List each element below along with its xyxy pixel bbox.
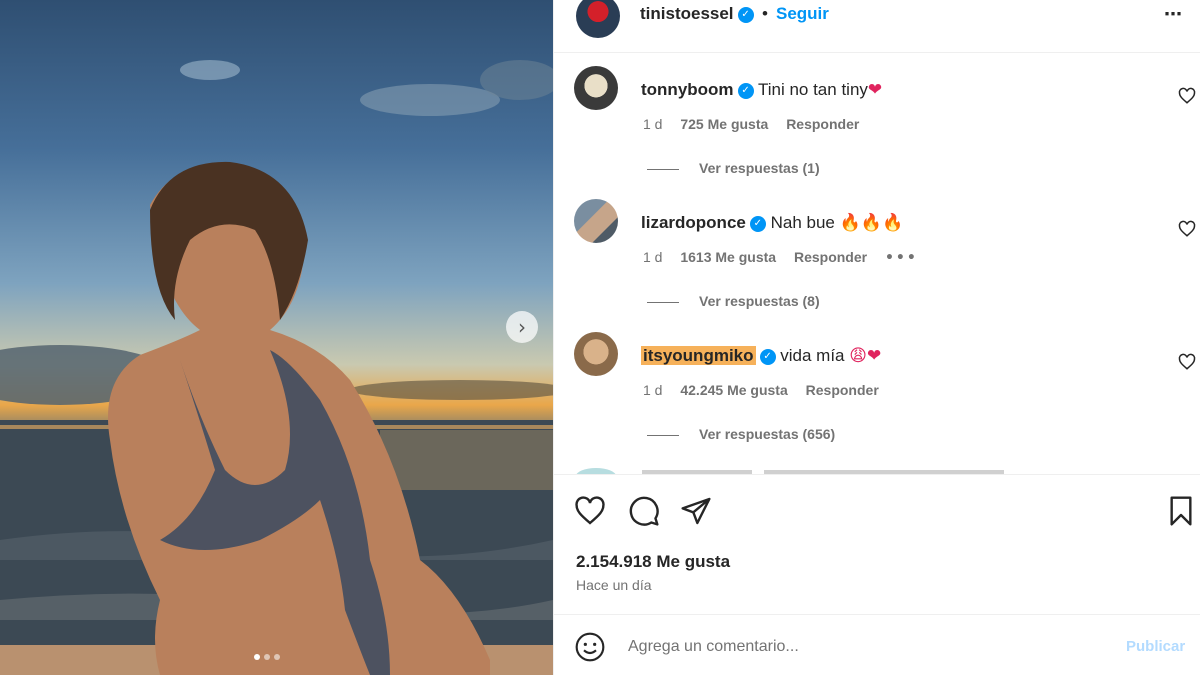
carousel-dot [254,654,260,660]
comment-body: Nah bue [770,213,835,232]
comment-emojis: 😩❤ [849,346,882,366]
reply-button[interactable]: Responder [786,116,859,132]
verified-badge-icon: ✓ [737,6,754,23]
commenter-username[interactable]: lizardoponce [641,213,746,232]
comment-like-icon[interactable] [1178,87,1196,105]
replies-line [647,168,679,170]
comment-likes[interactable]: 42.245 Me gusta [680,382,787,398]
post-header: tinistoessel ✓ • Seguir ⋯ [554,0,1200,53]
comment-item-cropped [576,468,1004,474]
comment-icon[interactable] [628,495,660,527]
commenter-avatar[interactable] [574,199,618,243]
comment-composer: Publicar [554,614,1200,675]
reply-button[interactable]: Responder [794,249,867,265]
follow-button[interactable]: Seguir [776,4,829,24]
comments-list[interactable]: tonnyboom ✓ Tini no tan tiny❤ 1 d 725 Me … [554,54,1200,474]
comment-time: 1 d [643,382,663,398]
comment-like-icon[interactable] [1178,353,1196,371]
comment-meta: 1 d 1613 Me gusta Responder ••• [643,249,932,266]
photo-scene [0,60,553,675]
commenter-avatar[interactable] [574,332,618,376]
comment-meta: 1 d 42.245 Me gusta Responder [643,382,893,398]
post-side-panel: tinistoessel ✓ • Seguir ⋯ tonnyboom ✓ Tini… [553,0,1200,675]
more-options-icon[interactable]: ⋯ [1164,4,1183,25]
post-likes-count[interactable]: 2.154.918 Me gusta [576,552,730,572]
replies-line [647,301,679,303]
view-replies-button[interactable]: Ver respuestas (656) [647,426,835,442]
author-username[interactable]: tinistoessel ✓ [640,4,754,24]
carousel-dot [264,654,270,660]
comment-likes[interactable]: 725 Me gusta [680,116,768,132]
comment-text: itsyoungmiko ✓ vida mía 😩❤ [641,346,881,366]
comment-emojis: ❤ [867,80,883,100]
emoji-picker-icon[interactable] [574,631,606,663]
carousel-dot [274,654,280,660]
comment-text: tonnyboom ✓ Tini no tan tiny❤ [641,80,882,100]
comment-options-icon[interactable]: ••• [885,250,918,266]
view-replies-button[interactable]: Ver respuestas (1) [647,160,820,176]
header-separator: • [762,4,768,23]
comment-input[interactable] [628,631,1108,663]
reply-button[interactable]: Responder [806,382,879,398]
replies-line [647,434,679,436]
post-actions: 2.154.918 Me gusta Hace un día [554,474,1200,614]
post-timestamp: Hace un día [576,577,652,593]
comment-body: Tini no tan tiny [757,80,868,99]
carousel-next-button[interactable]: › [506,311,538,343]
carousel-indicator [254,654,280,660]
post-photo[interactable]: › [0,0,553,675]
verified-badge-icon: ✓ [759,348,776,365]
send-icon[interactable] [680,495,712,527]
comment-like-icon[interactable] [1178,220,1196,238]
comment-body: vida mía [780,346,845,365]
bookmark-icon[interactable] [1165,495,1197,527]
comment-meta: 1 d 725 Me gusta Responder [643,116,873,132]
publish-button[interactable]: Publicar [1126,638,1185,655]
comment-time: 1 d [643,249,663,265]
verified-badge-icon: ✓ [737,82,754,99]
commenter-avatar[interactable] [574,66,618,110]
commenter-username[interactable]: itsyoungmiko [641,346,756,365]
heart-icon[interactable] [574,495,606,527]
comment-likes[interactable]: 1613 Me gusta [680,249,776,265]
comment-emojis: 🔥🔥🔥 [839,213,904,233]
verified-badge-icon: ✓ [749,215,766,232]
commenter-username[interactable]: tonnyboom [641,80,734,99]
comment-text: lizardoponce ✓ Nah bue 🔥🔥🔥 [641,213,903,233]
view-replies-button[interactable]: Ver respuestas (8) [647,293,820,309]
author-avatar[interactable] [576,0,620,38]
comment-time: 1 d [643,116,663,132]
